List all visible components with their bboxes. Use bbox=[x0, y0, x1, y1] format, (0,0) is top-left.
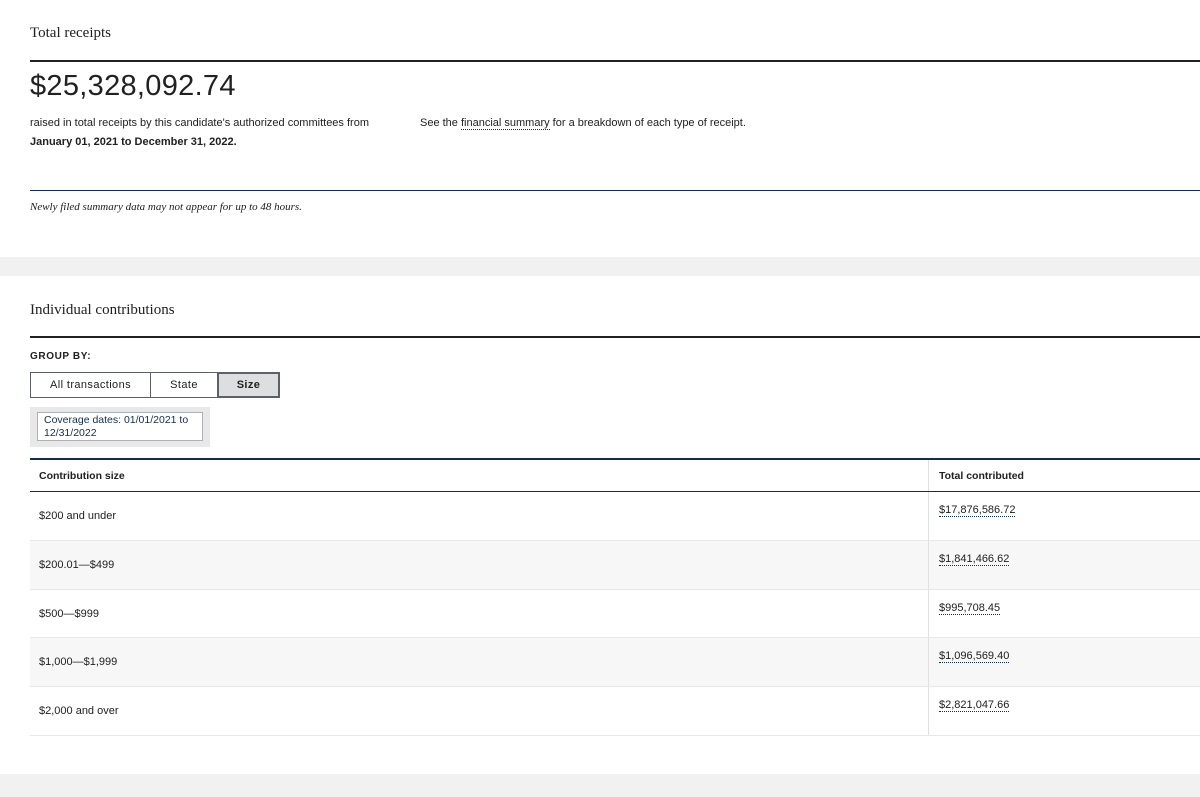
table-row: $500—$999 $995,708.45 bbox=[30, 589, 1200, 639]
tab-all-transactions[interactable]: All transactions bbox=[30, 372, 151, 398]
group-by-label: GROUP BY: bbox=[30, 351, 92, 362]
total-receipts-section: Total receipts $25,328,092.74 raised in … bbox=[0, 0, 1200, 257]
row-total-link[interactable]: $1,096,569.40 bbox=[939, 650, 1010, 664]
raised-description: raised in total receipts by this candida… bbox=[30, 117, 369, 129]
header-total-contributed[interactable]: Total contributed bbox=[939, 470, 1024, 482]
column-divider bbox=[928, 492, 929, 540]
row-size: $2,000 and over bbox=[39, 705, 119, 718]
column-divider bbox=[928, 638, 929, 687]
financial-summary-link[interactable]: financial summary bbox=[460, 117, 550, 130]
section-separator bbox=[0, 257, 1200, 276]
coverage-filter-area: Coverage dates: 01/01/2021 to 12/31/2022 bbox=[30, 407, 210, 447]
row-size: $200.01—$499 bbox=[39, 558, 115, 571]
summary-delay-note: Newly filed summary data may not appear … bbox=[30, 201, 302, 213]
table-row: $1,000—$1,999 $1,096,569.40 bbox=[30, 638, 1200, 688]
table-row: $2,000 and over $2,821,047.66 bbox=[30, 687, 1200, 736]
row-total-link[interactable]: $2,821,047.66 bbox=[939, 699, 1010, 713]
date-range: January 01, 2021 to December 31, 2022. bbox=[30, 136, 237, 148]
note-rule bbox=[30, 190, 1200, 191]
contributions-table: Contribution size Total contributed $200… bbox=[30, 458, 1200, 736]
table-header: Contribution size Total contributed bbox=[30, 458, 1200, 492]
individual-contributions-rule bbox=[30, 336, 1200, 338]
row-total-link[interactable]: $1,841,466.62 bbox=[939, 553, 1010, 566]
column-divider bbox=[928, 687, 929, 735]
tab-state[interactable]: State bbox=[150, 372, 218, 398]
table-row: $200.01—$499 $1,841,466.62 bbox=[30, 540, 1200, 590]
total-receipts-heading: Total receipts bbox=[30, 25, 111, 41]
total-receipts-amount: $25,328,092.74 bbox=[30, 70, 236, 102]
row-size: $1,000—$1,999 bbox=[39, 656, 118, 669]
column-divider bbox=[928, 460, 929, 491]
column-divider bbox=[928, 589, 929, 638]
header-contribution-size[interactable]: Contribution size bbox=[39, 470, 125, 482]
row-size: $200 and under bbox=[39, 510, 117, 522]
row-total-link[interactable]: $17,876,586.72 bbox=[939, 504, 1016, 517]
column-divider bbox=[928, 540, 929, 589]
row-total-link[interactable]: $995,708.45 bbox=[939, 602, 1001, 615]
bottom-band bbox=[0, 774, 1200, 797]
table-row: $200 and under $17,876,586.72 bbox=[30, 492, 1200, 541]
row-size: $500—$999 bbox=[39, 607, 99, 620]
coverage-dates-tag[interactable]: Coverage dates: 01/01/2021 to 12/31/2022 bbox=[37, 412, 203, 441]
financial-summary-note: See the financial summary for a breakdow… bbox=[420, 117, 746, 130]
total-receipts-rule bbox=[30, 60, 1200, 62]
tab-size[interactable]: Size bbox=[217, 372, 280, 398]
individual-contributions-heading: Individual contributions bbox=[30, 302, 175, 318]
